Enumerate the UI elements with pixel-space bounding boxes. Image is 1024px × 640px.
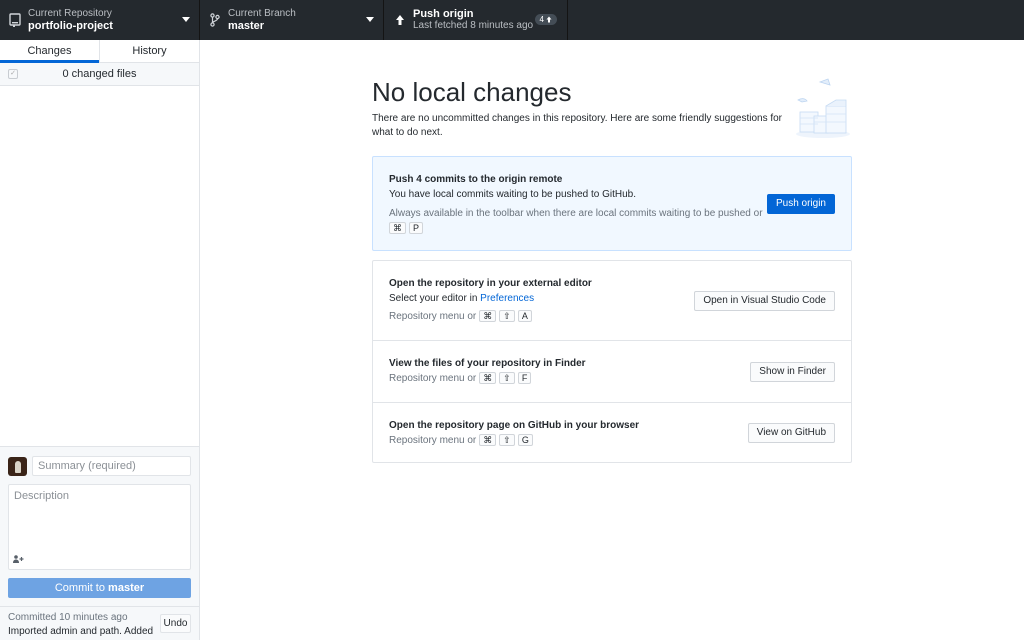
- changed-files-count: 0 changed files: [62, 68, 137, 80]
- page-title: No local changes: [372, 77, 572, 107]
- view-on-github-hint-text: Repository menu or: [389, 434, 477, 446]
- push-card-description: You have local commits waiting to be pus…: [389, 189, 636, 200]
- shift-key: ⇧: [499, 434, 515, 446]
- view-on-github-button[interactable]: View on GitHub: [747, 423, 835, 443]
- push-commits-card: Push 4 commits to the origin remote You …: [372, 156, 852, 251]
- arrow-up-icon: [393, 12, 407, 28]
- last-commit-message: Imported admin and path. Added u...: [8, 626, 156, 637]
- changes-header: ✓ 0 changed files: [0, 63, 199, 86]
- push-origin-button[interactable]: Push origin Last fetched 8 minutes ago 4: [384, 0, 568, 40]
- repository-name: portfolio-project: [28, 20, 113, 32]
- f-key: F: [517, 372, 532, 384]
- branch-name: master: [228, 20, 265, 32]
- branch-icon: [208, 12, 222, 28]
- branch-label: Current Branch: [228, 8, 296, 19]
- current-repository-dropdown[interactable]: Current Repository portfolio-project: [0, 0, 200, 40]
- toolbar: Current Repository portfolio-project Cur…: [0, 0, 1024, 40]
- push-card-title: Push 4 commits to the origin remote: [389, 174, 563, 185]
- tab-history[interactable]: History: [100, 40, 199, 62]
- undo-button[interactable]: Undo: [160, 614, 191, 633]
- summary-input[interactable]: [32, 456, 191, 476]
- main-panel: No local changes There are no uncommitte…: [201, 40, 1024, 640]
- p-key: P: [409, 222, 424, 234]
- description-input[interactable]: [9, 485, 190, 553]
- shift-key: ⇧: [499, 310, 515, 322]
- ahead-count: 4: [539, 15, 544, 24]
- last-fetched: Last fetched 8 minutes ago: [413, 20, 534, 31]
- show-in-finder-row: View the files of your repository in Fin…: [373, 341, 851, 403]
- sidebar: Changes History ✓ 0 changed files Commit…: [0, 40, 200, 640]
- caret-down-icon: [182, 17, 190, 22]
- current-branch-dropdown[interactable]: Current Branch master: [200, 0, 384, 40]
- command-key: ⌘: [479, 310, 497, 322]
- show-in-finder-button[interactable]: Show in Finder: [750, 362, 835, 382]
- show-in-finder-hint-text: Repository menu or: [389, 372, 477, 384]
- avatar: [8, 457, 27, 476]
- g-key: G: [517, 434, 533, 446]
- command-key: ⌘: [389, 222, 406, 234]
- page-subtitle: There are no uncommitted changes in this…: [372, 113, 783, 138]
- commit-button[interactable]: Commit to master: [8, 578, 191, 598]
- commit-button-prefix: Commit to: [54, 582, 109, 594]
- show-in-finder-title: View the files of your repository in Fin…: [389, 358, 586, 369]
- open-editor-row: Open the repository in your external edi…: [373, 261, 851, 341]
- open-editor-hint-text: Repository menu or: [389, 310, 477, 322]
- commit-button-branch: master: [108, 582, 145, 594]
- select-all-checkbox[interactable]: ✓: [8, 69, 18, 79]
- commit-form: Commit to master: [0, 446, 199, 606]
- push-origin-card-button[interactable]: Push origin: [766, 194, 835, 214]
- sidebar-tabs: Changes History: [0, 40, 199, 63]
- last-commit: Committed 10 minutes ago Imported admin …: [0, 606, 199, 640]
- command-key: ⌘: [479, 434, 497, 446]
- show-in-finder-hint: Repository menu or ⌘ ⇧ F: [389, 372, 532, 384]
- open-editor-description: Select your editor in Preferences: [389, 293, 534, 304]
- arrow-up-small-icon: [546, 16, 552, 23]
- open-editor-description-text: Select your editor in: [389, 293, 481, 304]
- caret-down-icon: [366, 17, 374, 22]
- push-card-hint: Always available in the toolbar when the…: [389, 208, 763, 219]
- empty-state-illustration: [796, 78, 850, 138]
- view-on-github-row: Open the repository page on GitHub in yo…: [373, 403, 851, 464]
- description-box: [8, 484, 191, 570]
- repository-label: Current Repository: [28, 8, 112, 19]
- suggested-actions-card: Open the repository in your external edi…: [372, 260, 852, 463]
- shift-key: ⇧: [499, 372, 515, 384]
- ahead-count-badge: 4: [534, 14, 557, 25]
- push-label: Push origin: [413, 8, 474, 20]
- add-coauthor-icon[interactable]: [13, 555, 24, 565]
- preferences-link[interactable]: Preferences: [480, 293, 534, 304]
- last-commit-time: Committed 10 minutes ago: [8, 612, 128, 623]
- view-on-github-hint: Repository menu or ⌘ ⇧ G: [389, 434, 533, 446]
- push-card-shortcut: ⌘ P: [389, 222, 424, 234]
- view-on-github-title: Open the repository page on GitHub in yo…: [389, 420, 640, 431]
- tab-changes[interactable]: Changes: [0, 40, 100, 63]
- repo-icon: [8, 12, 22, 28]
- open-editor-title: Open the repository in your external edi…: [389, 278, 592, 289]
- open-in-vscode-button[interactable]: Open in Visual Studio Code: [694, 291, 835, 311]
- command-key: ⌘: [479, 372, 497, 384]
- a-key: A: [517, 310, 532, 322]
- open-editor-hint: Repository menu or ⌘ ⇧ A: [389, 310, 532, 322]
